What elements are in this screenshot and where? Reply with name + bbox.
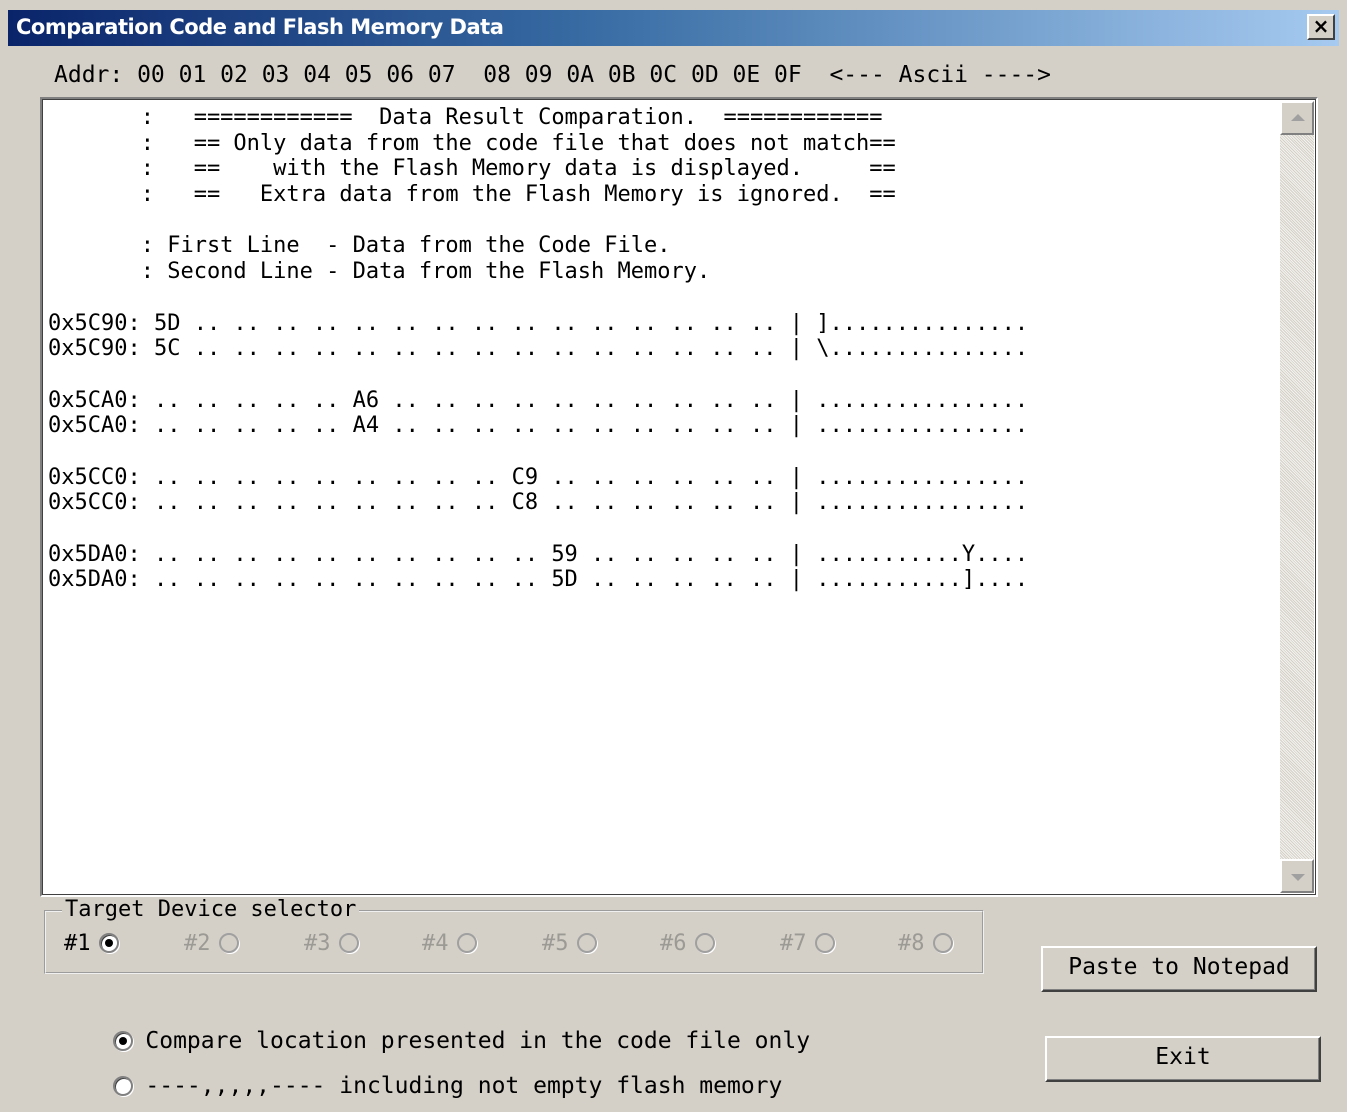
column-header: Addr: 00 01 02 03 04 05 06 07 08 09 0A 0… bbox=[54, 62, 1051, 88]
window-title: Comparation Code and Flash Memory Data bbox=[16, 15, 504, 39]
device-option-1[interactable]: #1 bbox=[64, 930, 119, 958]
result-line: : == Only data from the code file that d… bbox=[48, 130, 896, 156]
result-line: : First Line - Data from the Code File. bbox=[48, 233, 671, 259]
compare-including-flash-label: ----,,,,,---- including not empty flash … bbox=[145, 1073, 783, 1099]
device-label: #5 bbox=[542, 931, 569, 956]
device-radio bbox=[694, 933, 715, 953]
result-line: 0x5CA0: .. .. .. .. .. A6 .. .. .. .. ..… bbox=[48, 387, 1029, 413]
result-line: 0x5CC0: .. .. .. .. .. .. .. .. .. C8 ..… bbox=[48, 490, 1029, 516]
result-line: 0x5DA0: .. .. .. .. .. .. .. .. .. .. 59… bbox=[48, 541, 1029, 567]
paste-to-notepad-button[interactable]: Paste to Notepad bbox=[1041, 946, 1317, 992]
compare-including-flash-radio[interactable] bbox=[113, 1076, 134, 1096]
device-radio bbox=[814, 933, 835, 953]
device-label: #4 bbox=[422, 931, 449, 956]
result-line bbox=[48, 285, 1280, 311]
result-line: : == with the Flash Memory data is displ… bbox=[48, 156, 896, 182]
exit-button[interactable]: Exit bbox=[1045, 1036, 1321, 1082]
device-label: #6 bbox=[660, 931, 687, 956]
scroll-up-button[interactable] bbox=[1280, 101, 1314, 135]
device-label: #1 bbox=[64, 931, 91, 956]
result-line: 0x5C90: 5D .. .. .. .. .. .. .. .. .. ..… bbox=[48, 310, 1029, 336]
device-radio bbox=[338, 933, 359, 953]
vertical-scrollbar[interactable] bbox=[1280, 101, 1314, 893]
device-label: #3 bbox=[304, 931, 331, 956]
comparation-dialog: Comparation Code and Flash Memory Data ×… bbox=[0, 0, 1347, 1112]
device-option-7: #7 bbox=[780, 930, 835, 958]
device-radio bbox=[218, 933, 239, 953]
result-line: 0x5C90: 5C .. .. .. .. .. .. .. .. .. ..… bbox=[48, 336, 1029, 362]
device-radio bbox=[576, 933, 597, 953]
device-radio[interactable] bbox=[98, 933, 119, 953]
close-button[interactable]: × bbox=[1307, 14, 1335, 40]
comparison-result-textbox[interactable]: : ============ Data Result Comparation. … bbox=[40, 97, 1318, 897]
result-line: 0x5CC0: .. .. .. .. .. .. .. .. .. C9 ..… bbox=[48, 464, 1029, 490]
result-line: 0x5CA0: .. .. .. .. .. A4 .. .. .. .. ..… bbox=[48, 413, 1029, 439]
device-option-2: #2 bbox=[184, 930, 239, 958]
comparison-result-text: : ============ Data Result Comparation. … bbox=[48, 105, 1280, 593]
result-line bbox=[48, 362, 1280, 388]
title-bar[interactable]: Comparation Code and Flash Memory Data × bbox=[8, 10, 1339, 46]
result-line: : Second Line - Data from the Flash Memo… bbox=[48, 259, 711, 285]
result-line: 0x5DA0: .. .. .. .. .. .. .. .. .. .. 5D… bbox=[48, 567, 1029, 593]
device-label: #7 bbox=[780, 931, 807, 956]
scroll-down-button[interactable] bbox=[1280, 859, 1314, 893]
compare-code-only-option[interactable]: Compare location presented in the code f… bbox=[58, 996, 810, 1054]
device-label: #8 bbox=[898, 931, 925, 956]
close-icon: × bbox=[1312, 14, 1330, 38]
target-device-groupbox: Target Device selector #1 #2 #3 #4 #5 #6 #7 #8 bbox=[44, 898, 984, 974]
result-line: : == Extra data from the Flash Memory is… bbox=[48, 182, 896, 208]
result-line bbox=[48, 439, 1280, 465]
result-line bbox=[48, 208, 1280, 234]
target-device-label: Target Device selector bbox=[62, 898, 360, 922]
arrow-down-icon bbox=[1291, 874, 1305, 881]
device-option-3: #3 bbox=[304, 930, 359, 958]
result-line: : ============ Data Result Comparation. … bbox=[48, 105, 883, 130]
device-option-4: #4 bbox=[422, 930, 477, 958]
device-radio bbox=[456, 933, 477, 953]
device-option-5: #5 bbox=[542, 930, 597, 958]
device-option-8: #8 bbox=[898, 930, 953, 958]
device-radio bbox=[932, 933, 953, 953]
device-label: #2 bbox=[184, 931, 211, 956]
result-line bbox=[48, 516, 1280, 542]
device-option-6: #6 bbox=[660, 930, 715, 958]
compare-including-flash-option[interactable]: ----,,,,,---- including not empty flash … bbox=[58, 1041, 782, 1099]
arrow-up-icon bbox=[1291, 114, 1305, 121]
